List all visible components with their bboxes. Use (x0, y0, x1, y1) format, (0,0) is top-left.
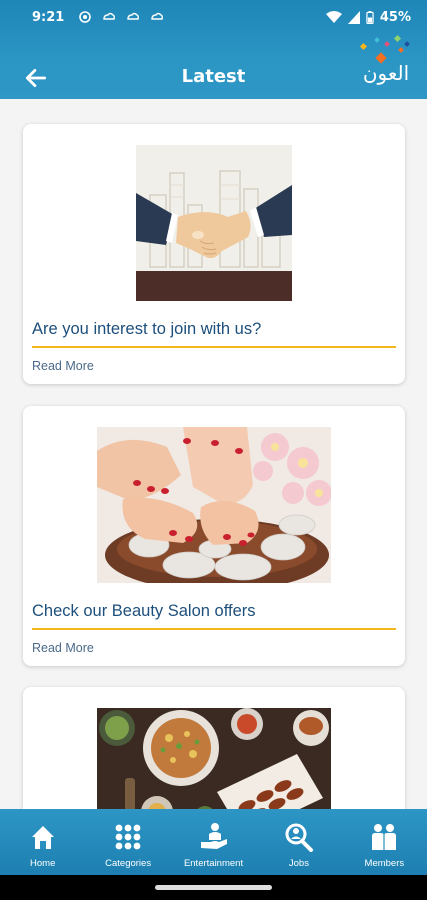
status-bar: 9:21 45% (0, 0, 427, 34)
food-image (97, 708, 331, 809)
nav-home[interactable]: Home (0, 809, 85, 875)
read-more-link[interactable]: Read More (32, 641, 94, 655)
entertainment-icon (200, 823, 227, 849)
cloud-icon (127, 12, 140, 20)
nav-label: Home (30, 858, 56, 869)
notification-icons (78, 10, 164, 24)
status-time: 9:21 (32, 9, 65, 25)
wifi-icon (325, 10, 342, 23)
battery-percent: 45% (379, 9, 411, 25)
spa-image (97, 427, 331, 583)
grid-icon (115, 824, 141, 850)
svg-text:العون: العون (363, 61, 409, 85)
nav-label: Categories (105, 858, 152, 869)
read-more-link[interactable]: Read More (32, 359, 94, 373)
app-logo: العون (359, 34, 410, 85)
card-title[interactable]: Check our Beauty Salon offers (32, 602, 256, 621)
nav-entertainment[interactable]: Entertainment (171, 809, 256, 875)
nav-members[interactable]: Members (342, 809, 427, 875)
home-gesture-handle[interactable] (155, 885, 272, 890)
news-card[interactable]: Check our Beauty Salon offers Read More (23, 406, 405, 666)
news-card[interactable] (23, 687, 405, 809)
cloud-icon (151, 12, 164, 20)
news-card[interactable]: Are you interest to join with us? Read M… (23, 124, 405, 384)
location-icon (79, 11, 92, 23)
news-feed[interactable]: Are you interest to join with us? Read M… (0, 99, 427, 809)
signal-icon (347, 10, 360, 24)
card-title[interactable]: Are you interest to join with us? (32, 320, 261, 339)
card-divider (32, 346, 396, 348)
cloud-icon (103, 12, 116, 20)
home-icon (31, 826, 54, 849)
app-header: 9:21 45% Latest العون (0, 0, 427, 99)
nav-categories[interactable]: Categories (85, 809, 170, 875)
nav-jobs[interactable]: Jobs (256, 809, 341, 875)
nav-label: Jobs (288, 858, 309, 869)
card-divider (32, 628, 396, 630)
jobs-icon (285, 823, 313, 852)
handshake-image (136, 145, 292, 301)
nav-label: Entertainment (183, 858, 244, 869)
nav-label: Members (364, 858, 405, 869)
bottom-nav: Home Categories Entertainment Jobs Membe… (0, 809, 427, 875)
members-icon (372, 824, 397, 850)
battery-icon (366, 10, 374, 24)
status-right: 45% (325, 9, 411, 25)
